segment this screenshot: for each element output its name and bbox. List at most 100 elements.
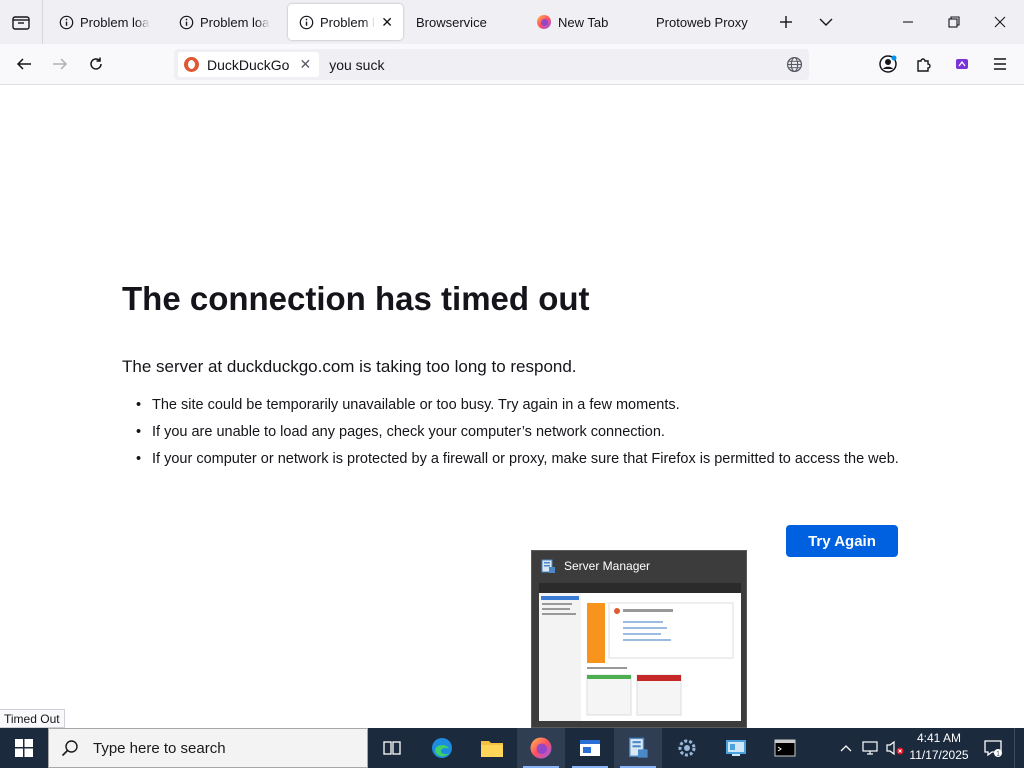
error-description: The server at duckduckgo.com is taking t… [122, 357, 577, 376]
search-icon [61, 740, 78, 757]
tab-separator [42, 0, 43, 44]
status-tooltip: Timed Out [0, 709, 65, 728]
suggestion-item: If you are unable to load any pages, che… [122, 422, 902, 442]
suggestion-item: The site could be temporarily unavailabl… [122, 395, 902, 415]
clock-time: 4:41 AM [916, 731, 962, 745]
edge-icon [432, 738, 452, 758]
extensions-button[interactable] [908, 48, 940, 80]
chevron-up-icon [840, 745, 852, 752]
tab-label: Protoweb Proxy [656, 14, 748, 30]
clock-date: 11/17/2025 [909, 748, 969, 762]
info-icon [298, 14, 314, 30]
arrow-left-icon [16, 58, 31, 70]
tab-new-tab[interactable]: New Tab [526, 4, 644, 40]
tab-label: Problem lo [320, 14, 375, 30]
tab-protoweb-proxy[interactable]: Protoweb Proxy [646, 4, 768, 40]
remove-engine-icon[interactable]: ✕ [299, 56, 311, 73]
search-placeholder: Type here to search [93, 739, 226, 757]
close-window-button[interactable] [978, 0, 1022, 44]
notification-icon: 1 [984, 740, 1002, 758]
network-icon [862, 741, 878, 755]
tab-label: Problem loadi [80, 14, 150, 30]
error-page: The connection has timed out The server … [0, 85, 1024, 728]
folder-icon [481, 741, 503, 757]
reload-icon [90, 57, 102, 70]
thumbnail-preview [539, 583, 741, 721]
tab-list-button[interactable] [0, 0, 42, 44]
taskbar-server-manager[interactable] [614, 728, 662, 768]
account-icon [879, 55, 897, 73]
task-view-icon [383, 741, 401, 755]
taskbar-edge[interactable] [418, 728, 466, 768]
show-desktop-button[interactable] [1014, 728, 1024, 768]
tab-label: Browservice [416, 14, 487, 30]
account-button[interactable] [872, 48, 904, 80]
taskbar-settings[interactable] [663, 728, 711, 768]
info-icon [178, 14, 194, 30]
suggestion-item: If your computer or network is protected… [122, 449, 902, 469]
new-tab-button[interactable] [764, 0, 808, 44]
puzzle-icon [917, 58, 931, 72]
tab-problem-loading-active[interactable]: Problem lo ✕ [288, 4, 403, 40]
notifications-button[interactable]: 1 [978, 728, 1008, 768]
try-again-button[interactable]: Try Again [786, 525, 898, 557]
taskbar-app-window[interactable] [566, 728, 614, 768]
taskbar-search[interactable]: Type here to search [48, 728, 368, 768]
volume-muted-icon [886, 740, 904, 756]
arrow-right-icon [53, 58, 68, 70]
forward-button[interactable] [44, 48, 76, 80]
taskbar-command-prompt[interactable] [761, 728, 809, 768]
extension-button[interactable] [946, 48, 978, 80]
server-manager-icon [629, 737, 648, 758]
error-title: The connection has timed out [122, 280, 590, 317]
thumbnail-header: Server Manager [532, 551, 746, 581]
close-icon [994, 16, 1006, 28]
windows-logo-icon [15, 739, 33, 757]
extension-icon [956, 59, 968, 69]
network-button[interactable] [860, 728, 882, 768]
app-window-icon [580, 740, 600, 756]
duckduckgo-icon [184, 57, 199, 72]
chevron-down-icon [819, 18, 833, 26]
tab-list-icon [12, 16, 30, 30]
control-panel-icon [726, 740, 746, 756]
terminal-icon [774, 739, 796, 757]
navigation-toolbar: DuckDuckGo ✕ you suck [0, 44, 1024, 85]
tab-browservice[interactable]: Browservice [406, 4, 524, 40]
reload-button[interactable] [80, 48, 112, 80]
task-view-button[interactable] [368, 728, 416, 768]
firefox-icon [536, 14, 552, 30]
gear-icon [678, 739, 696, 757]
show-hidden-icons-button[interactable] [836, 728, 856, 768]
minimize-icon [903, 21, 913, 23]
minimize-button[interactable] [886, 0, 930, 44]
plus-icon [780, 16, 792, 28]
error-suggestions: The site could be temporarily unavailabl… [122, 395, 902, 476]
volume-button[interactable] [884, 728, 906, 768]
close-tab-icon[interactable]: ✕ [381, 14, 393, 31]
back-button[interactable] [8, 48, 40, 80]
server-manager-icon [541, 559, 555, 573]
globe-icon[interactable] [786, 56, 803, 78]
taskbar: Type here to search 4:41 AM 11/17/2025 1 [0, 728, 1024, 768]
taskbar-control-panel[interactable] [712, 728, 760, 768]
tab-label: Problem loadi [200, 14, 270, 30]
search-engine-chip[interactable]: DuckDuckGo ✕ [178, 52, 320, 77]
url-bar[interactable]: DuckDuckGo ✕ you suck [174, 49, 809, 80]
start-button[interactable] [0, 728, 48, 768]
info-icon [58, 14, 74, 30]
app-menu-button[interactable] [984, 48, 1016, 80]
list-all-tabs-button[interactable] [804, 0, 848, 44]
hamburger-menu-icon [994, 58, 1006, 70]
taskbar-firefox[interactable] [517, 728, 565, 768]
restore-icon [948, 16, 960, 28]
tab-problem-loading-1[interactable]: Problem loadi [48, 4, 160, 40]
url-input[interactable]: you suck [329, 57, 384, 73]
tab-label: New Tab [558, 14, 609, 30]
server-manager-thumbnail[interactable]: Server Manager [531, 550, 747, 728]
restore-button[interactable] [932, 0, 976, 44]
taskbar-file-explorer[interactable] [468, 728, 516, 768]
taskbar-clock[interactable]: 4:41 AM 11/17/2025 [905, 730, 973, 764]
tab-problem-loading-2[interactable]: Problem loadi [168, 4, 280, 40]
thumbnail-title: Server Manager [564, 559, 651, 573]
